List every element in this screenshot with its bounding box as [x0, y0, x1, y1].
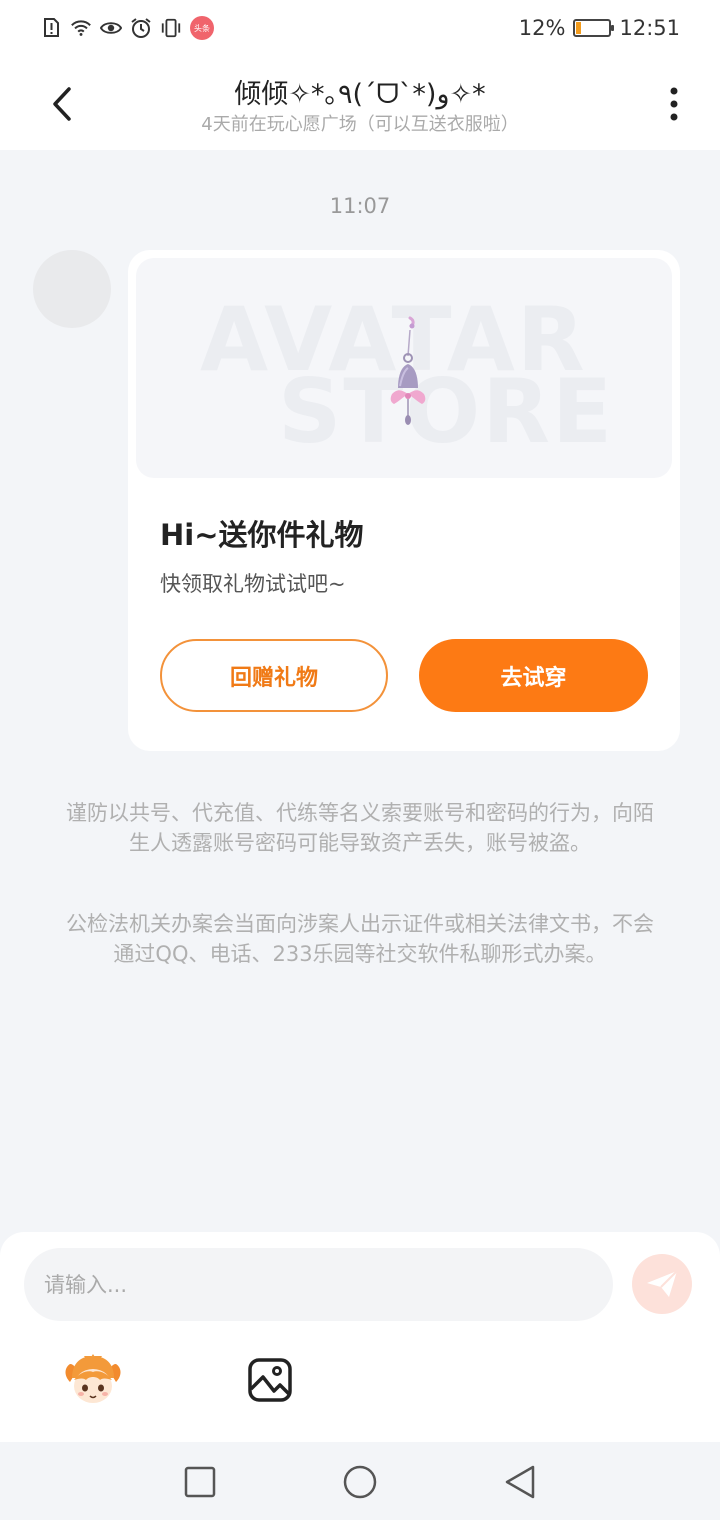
message-timestamp: 11:07	[329, 194, 391, 218]
message-input-panel	[0, 1232, 720, 1442]
clock: 12:51	[619, 16, 680, 40]
eye-icon	[100, 17, 122, 39]
send-button[interactable]	[632, 1254, 692, 1314]
alarm-icon	[130, 17, 152, 39]
sender-avatar[interactable]	[33, 250, 111, 328]
square-icon	[184, 1466, 216, 1498]
news-badge-icon: 头条	[190, 16, 214, 40]
gift-title: Hi~送你件礼物	[160, 518, 364, 552]
gift-card-message: AVATAR STORE Hi~送你件礼物 快领取礼物试试吧~ 回赠礼物 去试穿	[128, 250, 680, 751]
send-icon	[647, 1270, 678, 1297]
home-button[interactable]	[340, 1462, 380, 1502]
sim-alert-icon	[40, 17, 62, 39]
more-options-button[interactable]	[652, 82, 696, 126]
gift-item-icon	[390, 316, 426, 425]
mascot-emoji-icon	[65, 1354, 121, 1403]
contact-name: 倾倾✧*｡٩(ˊᗜˋ*)و✧*	[234, 79, 486, 110]
image-picker-button[interactable]	[246, 1356, 294, 1404]
contact-activity: 4天前在玩心愿广场（可以互送衣服啦）	[201, 114, 519, 135]
chat-header: 倾倾✧*｡٩(ˊᗜˋ*)و✧* 4天前在玩心愿广场（可以互送衣服啦）	[0, 56, 720, 150]
recent-apps-button[interactable]	[180, 1462, 220, 1502]
watermark-store: STORE	[278, 360, 615, 463]
wifi-icon	[70, 17, 92, 39]
battery-percent: 12%	[518, 16, 566, 40]
security-notice-police: 公检法机关办案会当面向涉案人出示证件或相关法律文书，不会通过QQ、电话、233乐…	[66, 912, 654, 966]
more-vertical-icon	[670, 87, 678, 121]
system-nav-bar	[0, 1442, 720, 1520]
system-back-button[interactable]	[500, 1462, 540, 1502]
battery-icon	[573, 19, 615, 37]
battery-fill	[576, 22, 581, 34]
chat-screen: 头条 12% 12:51 倾倾✧*｡٩(ˊᗜˋ*)و✧* 4天前在玩心愿广场（可…	[0, 0, 720, 1520]
try-on-button[interactable]: 去试穿	[419, 639, 648, 712]
status-right: 12% 12:51	[519, 16, 680, 40]
status-icons: 头条	[40, 16, 214, 40]
gift-preview-image[interactable]: AVATAR STORE	[136, 258, 672, 478]
emoji-sticker-button[interactable]	[60, 1352, 126, 1408]
image-icon	[248, 1358, 292, 1402]
status-bar: 头条 12% 12:51	[0, 0, 720, 56]
security-notice-account: 谨防以共号、代充值、代练等名义索要账号和密码的行为，向陌生人透露账号密码可能导致…	[66, 801, 654, 855]
gift-description: 快领取礼物试试吧~	[160, 572, 346, 596]
return-gift-button[interactable]: 回赠礼物	[160, 639, 388, 712]
circle-icon	[343, 1465, 377, 1499]
message-input[interactable]	[24, 1248, 613, 1321]
vibrate-icon	[160, 17, 182, 39]
triangle-back-icon	[505, 1465, 535, 1499]
